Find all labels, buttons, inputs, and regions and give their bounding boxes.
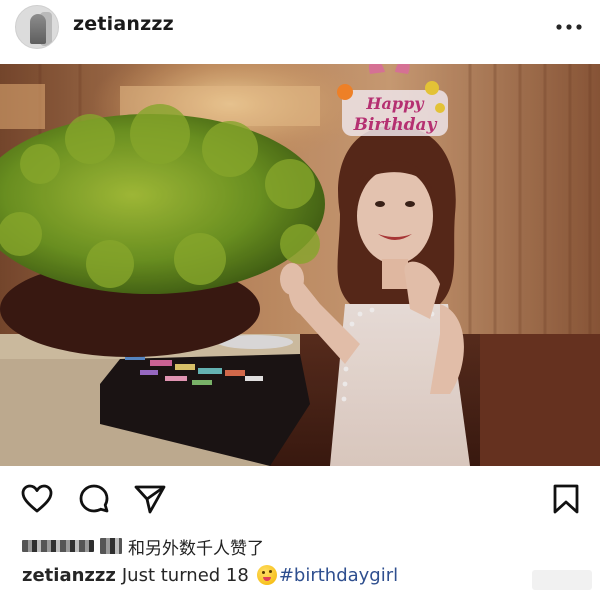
bookmark-icon[interactable] — [549, 482, 583, 516]
post-caption: zetianzzz Just turned 18 #birthdaygirl — [22, 562, 398, 588]
caption-username[interactable]: zetianzzz — [22, 565, 116, 586]
likes-summary[interactable]: 和另外数千人赞了 — [22, 534, 264, 559]
username-link[interactable]: zetianzzz — [73, 13, 174, 35]
more-horizontal-icon[interactable] — [554, 20, 584, 34]
likes-text: 和另外数千人赞了 — [128, 538, 264, 559]
comment-icon[interactable] — [77, 482, 111, 516]
paper-plane-icon[interactable] — [133, 482, 167, 516]
post-header: zetianzzz — [0, 0, 600, 64]
redacted-avatar — [100, 538, 122, 554]
caption-text: Just turned 18 — [121, 564, 249, 586]
action-bar — [0, 470, 600, 526]
redacted-name — [22, 540, 94, 552]
zany-face-emoji-icon — [256, 565, 277, 585]
watermark — [532, 570, 592, 590]
heart-icon[interactable] — [20, 482, 54, 516]
hashtag-link[interactable]: #birthdaygirl — [279, 565, 398, 586]
post-photo[interactable]: Happy Birthday — [0, 64, 600, 466]
avatar[interactable] — [15, 5, 59, 49]
instagram-post: zetianzzz Happy Birthday 和另外数千人赞了 zetian… — [0, 0, 600, 594]
